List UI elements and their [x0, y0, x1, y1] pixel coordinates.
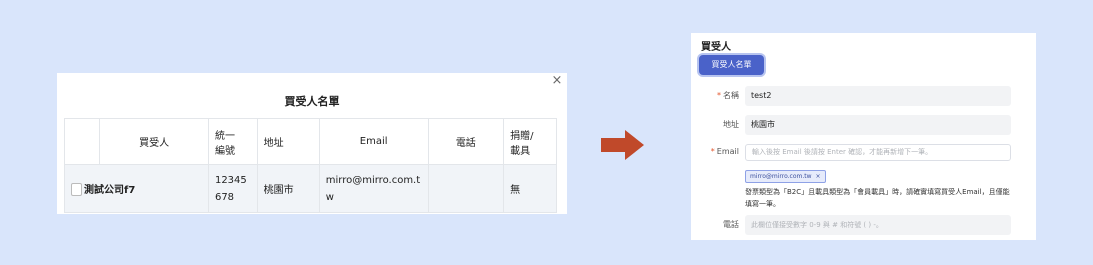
arrow-right-icon [601, 130, 644, 160]
modal-title: 買受人名單 [284, 95, 340, 108]
buyer-table: 買受人 統一 編號 地址 Email 電話 捐贈/ 載具 測試公司f7 1234… [63, 118, 557, 213]
phone-cell [427, 164, 505, 213]
header-buyer: 買受人 [99, 118, 209, 165]
header-tax-id: 統一 編號 [207, 118, 258, 165]
buyer-name-cell[interactable]: 測試公司f7 [64, 164, 209, 213]
name-label: * 名稱 [717, 91, 739, 100]
phone-label: 電話 [723, 220, 739, 229]
buyer-list-button[interactable]: 買受人名單 [699, 55, 764, 75]
table-header-row: 買受人 統一 編號 地址 Email 電話 捐贈/ 載具 [63, 118, 557, 165]
tag-close-icon[interactable]: × [816, 173, 821, 180]
header-carrier: 捐贈/ 載具 [503, 118, 557, 165]
buyer-form-panel: 買受人 買受人名單 * 名稱 test2 地址 桃園市 * Email 輸入後按 E… [691, 33, 1036, 240]
header-phone: 電話 [427, 118, 505, 165]
email-tag: mirro@mirro.com.tw × [745, 170, 826, 183]
row-checkbox[interactable] [71, 183, 82, 197]
tax-id-cell: 12345678 [207, 164, 258, 213]
buyer-list-button-label: 買受人名單 [711, 60, 752, 69]
header-email: Email [318, 118, 429, 165]
header-address: 地址 [256, 118, 320, 165]
buyer-name: 測試公司f7 [84, 184, 136, 196]
email-note: 發票類型為「B2C」且載具類型為「會員載具」時，請確實填寫買受人Email，且僅… [745, 188, 1010, 208]
phone-input[interactable]: 此欄位僅接受數字 0-9 與 # 和符號 ( ) -。 [745, 215, 1011, 235]
email-label: * Email [710, 147, 739, 156]
carrier-cell: 無 [503, 164, 557, 213]
email-tag-text: mirro@mirro.com.tw [750, 173, 812, 180]
email-input[interactable]: 輸入後按 Email 後請按 Enter 確認，才能再新增下一筆。 [745, 144, 1011, 161]
address-label: 地址 [723, 120, 739, 129]
address-cell: 桃園市 [256, 164, 320, 213]
close-icon[interactable]: × [551, 74, 563, 87]
section-title: 買受人 [701, 42, 731, 53]
address-input[interactable]: 桃園市 [745, 115, 1011, 135]
table-row[interactable]: 測試公司f7 12345678 桃園市 mirro@mirro.com.tw 無 [64, 164, 557, 213]
email-cell: mirro@mirro.com.tw [318, 164, 429, 213]
header-select [63, 118, 101, 165]
name-input[interactable]: test2 [745, 86, 1011, 106]
buyer-list-modal: × 買受人名單 買受人 統一 編號 地址 Email 電話 捐贈/ 載具 測試公… [57, 73, 567, 214]
